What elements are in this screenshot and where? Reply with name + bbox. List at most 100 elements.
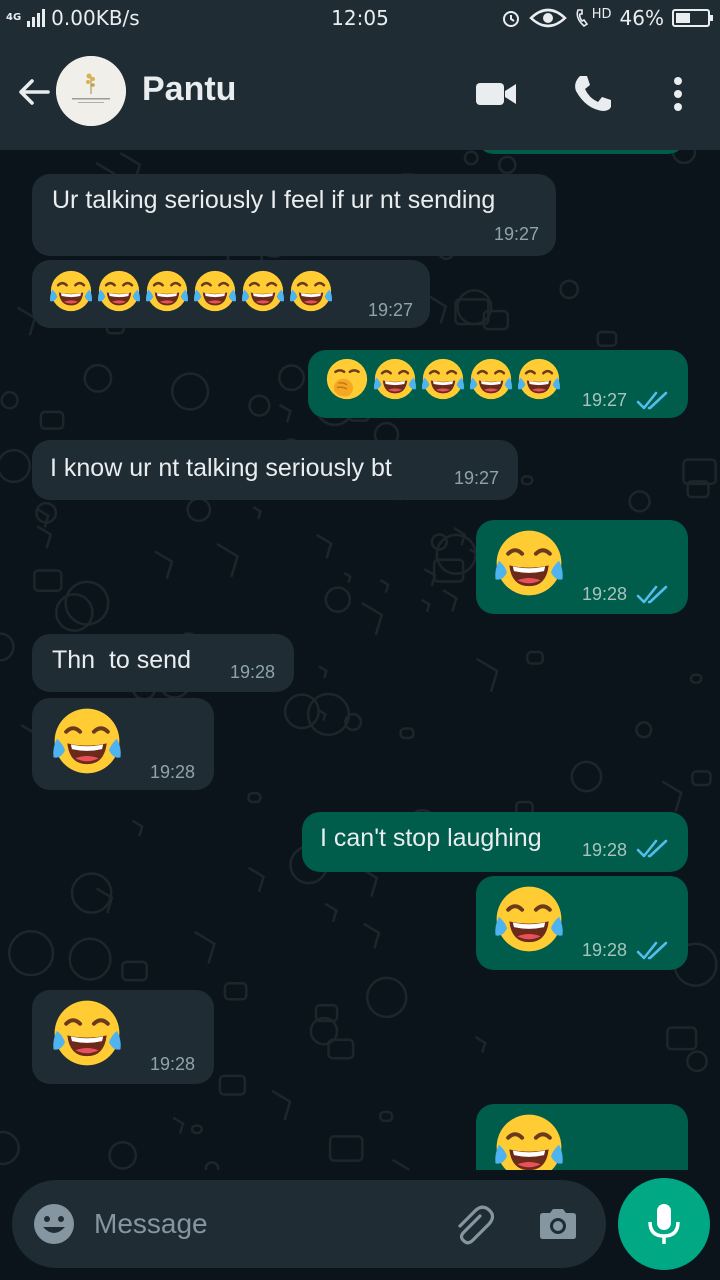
wallpaper-doodle bbox=[475, 657, 499, 692]
back-arrow-icon[interactable] bbox=[14, 72, 54, 112]
chat-header: Pantu bbox=[0, 44, 720, 140]
message-input[interactable] bbox=[94, 1202, 434, 1246]
message-time: 19:28 bbox=[150, 762, 196, 782]
message-text: Thn to send bbox=[52, 646, 191, 674]
wallpaper-doodle bbox=[474, 1035, 487, 1053]
wallpaper-doodle bbox=[7, 930, 55, 977]
emoji-icon[interactable] bbox=[32, 1202, 76, 1246]
wallpaper-doodle bbox=[666, 1026, 698, 1051]
wallpaper-doodle bbox=[108, 1140, 138, 1170]
wallpaper-doodle bbox=[391, 1158, 411, 1170]
wallpaper-doodle bbox=[186, 497, 212, 523]
message-bubble[interactable]: 19:28 bbox=[32, 698, 214, 790]
wallpaper-doodle bbox=[520, 475, 534, 486]
message-bubble[interactable]: Ur talking seriously I feel if ur nt sen… bbox=[32, 174, 556, 256]
wallpaper-doodle bbox=[435, 533, 477, 576]
wallpaper-doodle bbox=[218, 1074, 247, 1096]
wallpaper-doodle bbox=[315, 533, 333, 559]
wallpaper-doodle bbox=[570, 760, 603, 793]
battery-percent: 46% bbox=[619, 6, 664, 30]
wallpaper-doodle bbox=[324, 902, 338, 923]
wallpaper-doodle bbox=[252, 505, 262, 520]
message-time: 19:27 bbox=[494, 224, 540, 244]
message-bubble[interactable]: I know ur nt talking seriously bt 19:27 bbox=[32, 440, 518, 500]
wallpaper-doodle bbox=[328, 1135, 364, 1162]
message-bubble[interactable]: 19:28 bbox=[32, 990, 214, 1084]
wallpaper-doodle bbox=[121, 960, 148, 982]
message-bubble[interactable]: 19:28 bbox=[476, 520, 688, 614]
wallpaper-doodle bbox=[343, 571, 352, 584]
message-bubble[interactable]: 19:27 bbox=[308, 350, 688, 418]
camera-icon[interactable] bbox=[536, 1202, 580, 1246]
wallpaper-doodle bbox=[83, 363, 113, 393]
joy-emoji-icon bbox=[48, 268, 94, 314]
mic-button[interactable] bbox=[618, 1178, 710, 1270]
joy-emoji-icon bbox=[192, 268, 238, 314]
chat-area[interactable]: Ur talking seriously I feel if ur nt sen… bbox=[0, 150, 720, 1170]
read-ticks-icon bbox=[636, 940, 670, 962]
wallpaper-doodle bbox=[661, 780, 683, 812]
joy-emoji-icon bbox=[492, 526, 566, 600]
emoji-row bbox=[324, 356, 562, 402]
message-time: 19:28 bbox=[582, 840, 628, 860]
message-bubble[interactable] bbox=[476, 1104, 688, 1170]
wallpaper-doodle bbox=[399, 727, 415, 740]
wallpaper-doodle bbox=[278, 403, 292, 423]
wallpaper-doodle bbox=[378, 1110, 394, 1123]
wallpaper-doodle bbox=[456, 289, 493, 326]
joy-emoji-icon bbox=[468, 356, 514, 402]
attach-icon[interactable] bbox=[450, 1202, 494, 1246]
wallpaper-doodle bbox=[0, 391, 19, 410]
hd-label: HD bbox=[591, 7, 612, 22]
wallpaper-doodle bbox=[64, 580, 110, 626]
message-time: 19:28 bbox=[230, 662, 276, 682]
message-bubble[interactable]: 19:27 bbox=[32, 260, 430, 328]
message-text: I know ur nt talking seriously bt bbox=[50, 454, 392, 482]
wallpaper-doodle bbox=[194, 930, 216, 964]
wallpaper-doodle bbox=[318, 709, 327, 721]
avatar[interactable] bbox=[56, 56, 126, 126]
wallpaper-doodle bbox=[33, 569, 63, 593]
more-vert-icon[interactable] bbox=[656, 72, 700, 116]
joy-emoji-icon bbox=[372, 356, 418, 402]
joy-emoji-icon bbox=[144, 268, 190, 314]
wallpaper-doodle bbox=[0, 448, 31, 484]
message-time: 19:28 bbox=[582, 940, 628, 960]
message-bubble[interactable]: I can't stop laughing 19:28 bbox=[302, 812, 688, 872]
joy-emoji-icon bbox=[516, 356, 562, 402]
wallpaper-doodle bbox=[686, 1050, 708, 1073]
wallpaper-doodle bbox=[0, 1130, 20, 1166]
mic-icon bbox=[648, 1204, 680, 1244]
wallpaper-doodle bbox=[628, 490, 651, 513]
wallpaper-doodle bbox=[324, 586, 352, 613]
message-bubble-partial[interactable] bbox=[476, 150, 686, 154]
message-bubble[interactable]: Thn to send 19:28 bbox=[32, 634, 294, 692]
read-ticks-icon bbox=[636, 390, 670, 412]
message-bubble[interactable]: 19:28 bbox=[476, 876, 688, 970]
eye-icon bbox=[528, 8, 567, 28]
message-time: 19:28 bbox=[150, 1054, 196, 1074]
wallpaper-doodle bbox=[421, 598, 431, 613]
phone-icon[interactable] bbox=[570, 72, 614, 116]
battery-icon bbox=[672, 9, 713, 27]
joy-emoji-icon bbox=[288, 268, 334, 314]
wallpaper-doodle bbox=[463, 150, 479, 166]
wallpaper-doodle bbox=[172, 1116, 185, 1134]
wallpaper-doodle bbox=[428, 295, 448, 324]
wallpaper-doodle bbox=[247, 791, 262, 804]
emoji-row bbox=[48, 268, 334, 314]
wallpaper-doodle bbox=[691, 770, 712, 787]
contact-name[interactable]: Pantu bbox=[142, 70, 236, 109]
message-text: Ur talking seriously I feel if ur nt sen… bbox=[52, 186, 496, 214]
message-time: 19:27 bbox=[454, 468, 500, 488]
wallpaper-doodle bbox=[360, 601, 384, 636]
video-call-icon[interactable] bbox=[474, 72, 518, 116]
wallpaper-doodle bbox=[204, 1161, 220, 1170]
wallpaper-doodle bbox=[68, 937, 112, 981]
joy-emoji-icon bbox=[50, 996, 124, 1070]
wallpaper-doodle bbox=[689, 673, 703, 684]
wallpaper-doodle bbox=[131, 819, 144, 837]
wallpaper-doodle bbox=[54, 593, 94, 632]
wallpaper-doodle bbox=[318, 665, 328, 679]
wallpaper-doodle bbox=[0, 632, 15, 662]
